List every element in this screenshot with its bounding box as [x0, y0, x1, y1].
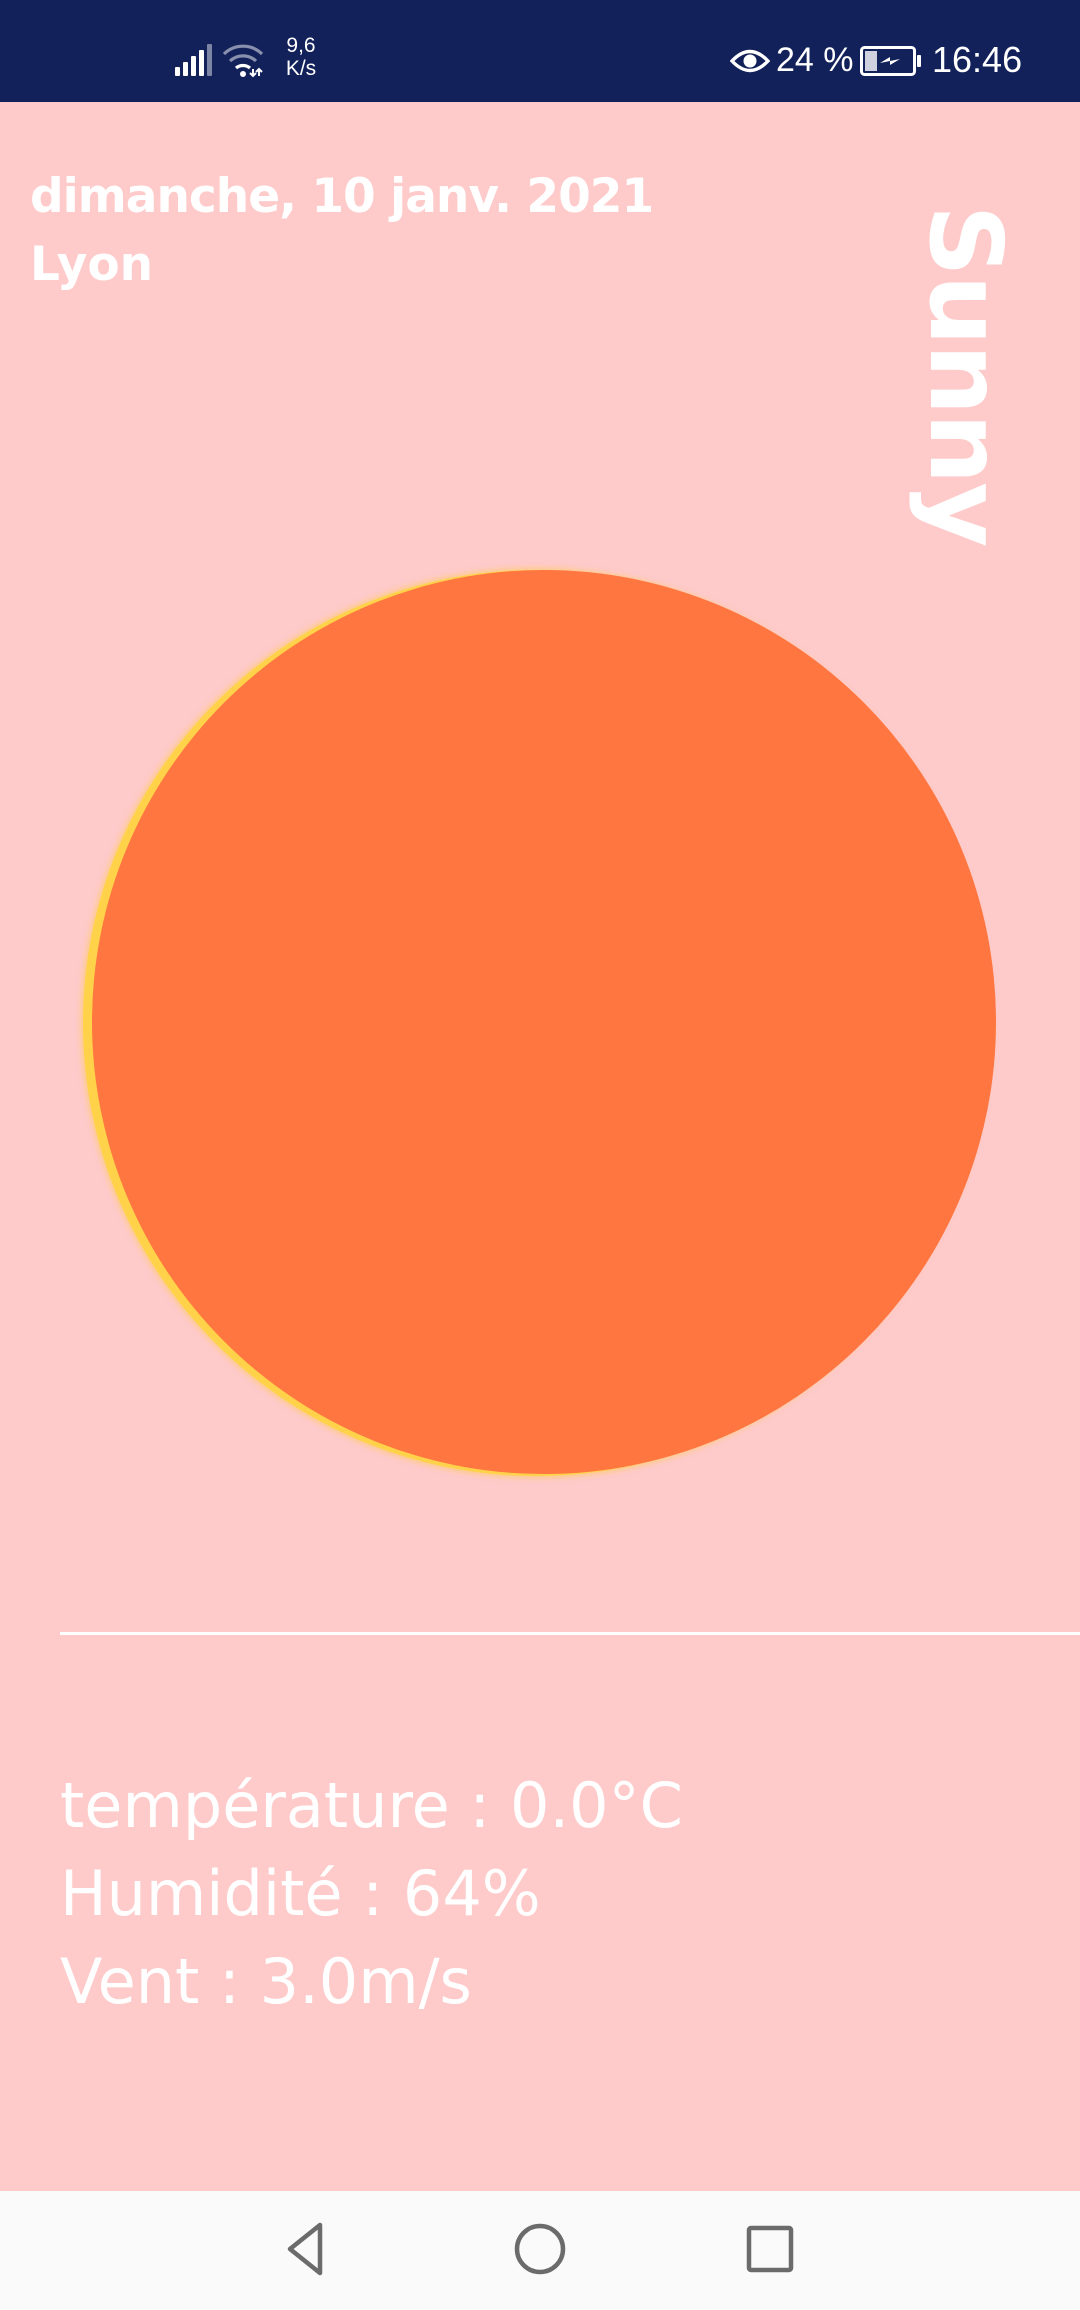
weather-details: température : 0.0°C Humidité : 64% Vent … [60, 1762, 683, 2026]
sun-icon [92, 570, 996, 1474]
back-icon[interactable] [276, 2217, 340, 2281]
recents-icon[interactable] [738, 2217, 802, 2281]
wind-label: Vent : 3.0m/s [60, 1945, 472, 2018]
divider [60, 1632, 1080, 1635]
network-speed: 9,6 K/s [276, 34, 326, 80]
clock: 16:46 [932, 39, 1023, 80]
signal-icon [175, 44, 212, 76]
network-speed-value: 9,6 [286, 34, 316, 57]
battery-charging-icon [860, 46, 921, 76]
humidity-label: Humidité : 64% [60, 1857, 541, 1930]
navigation-bar [0, 2191, 1080, 2310]
battery-percent: 24 % [776, 41, 854, 79]
status-bar: 9,6 K/s 24 % 16:46 [0, 0, 1080, 102]
eye-icon [730, 49, 770, 73]
wifi-icon [222, 44, 264, 78]
condition-container: Sunny [900, 190, 1030, 560]
city-label: Lyon [30, 237, 154, 292]
network-speed-unit: K/s [285, 57, 317, 80]
weather-condition-label: Sunny [907, 204, 1024, 546]
temperature-label: température : 0.0°C [60, 1769, 683, 1842]
date-label: dimanche, 10 janv. 2021 [30, 169, 654, 224]
home-icon[interactable] [508, 2217, 572, 2281]
